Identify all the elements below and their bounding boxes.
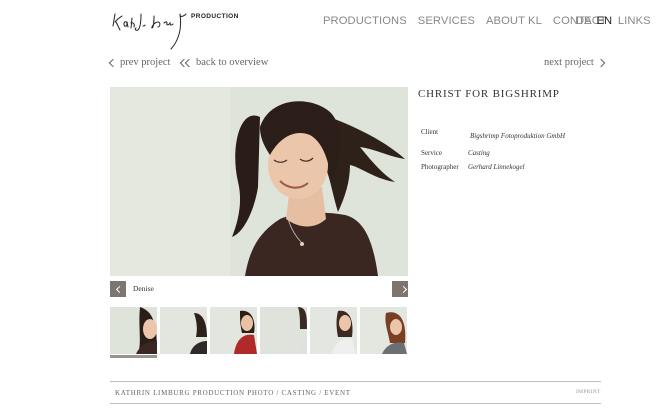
- footer-divider-top: [110, 381, 601, 382]
- portrait-illustration: [110, 87, 408, 276]
- thumbnail[interactable]: [160, 307, 207, 354]
- active-thumbnail-indicator: [110, 355, 157, 358]
- thumbnail[interactable]: [260, 307, 307, 354]
- detail-label: Service: [421, 149, 442, 157]
- main-photo: [110, 87, 408, 276]
- chevron-right-icon: [399, 285, 407, 293]
- nav-item-about[interactable]: ABOUT KL: [486, 15, 542, 27]
- language-switch: DE EN: [576, 15, 612, 27]
- detail-label: Client: [421, 128, 439, 136]
- chevron-right-icon: [596, 58, 606, 67]
- next-project-link[interactable]: next project: [544, 57, 606, 68]
- language-en[interactable]: EN: [597, 15, 613, 27]
- prev-project-label: prev project: [120, 57, 171, 68]
- gallery-prev-button[interactable]: [110, 281, 126, 297]
- prev-project-link[interactable]: prev project: [108, 57, 171, 68]
- detail-value: Casting: [468, 149, 490, 157]
- chevron-left-icon: [108, 58, 118, 67]
- thumbnail[interactable]: [210, 307, 257, 354]
- footer-tagline: KATHRIN LIMBURG PRODUCTION PHOTO / CASTI…: [115, 389, 351, 397]
- imprint-link[interactable]: IMPRINT: [576, 389, 601, 395]
- back-to-overview-label: back to overview: [196, 57, 269, 68]
- nav-item-links[interactable]: LINKS: [618, 15, 651, 27]
- detail-value: Gerhard Linnekogel: [468, 163, 525, 171]
- detail-value: Bigshrimp Fotoproduktion GmbH: [470, 132, 566, 140]
- photo-caption: Denise: [133, 284, 154, 293]
- language-de[interactable]: DE: [576, 15, 592, 27]
- footer-divider-bottom: [110, 403, 601, 404]
- nav-item-services[interactable]: SERVICES: [418, 15, 475, 27]
- chevron-left-icon: [115, 285, 123, 293]
- detail-label: Photographer: [421, 163, 459, 171]
- logo-production-label: PRODUCTION: [191, 13, 239, 20]
- thumbnail[interactable]: [310, 307, 357, 354]
- nav-item-productions[interactable]: PRODUCTIONS: [323, 15, 407, 27]
- signature-logo-graphic: [112, 13, 187, 50]
- logo[interactable]: PRODUCTION: [110, 8, 240, 52]
- next-project-label: next project: [544, 57, 594, 68]
- double-chevron-left-icon: [179, 58, 194, 67]
- back-to-overview-link[interactable]: back to overview: [179, 57, 269, 68]
- gallery-next-button[interactable]: [392, 281, 408, 297]
- thumbnail[interactable]: [360, 307, 407, 354]
- project-title: CHRIST FOR BIGSHRIMP: [418, 88, 560, 100]
- thumbnail[interactable]: [110, 307, 157, 354]
